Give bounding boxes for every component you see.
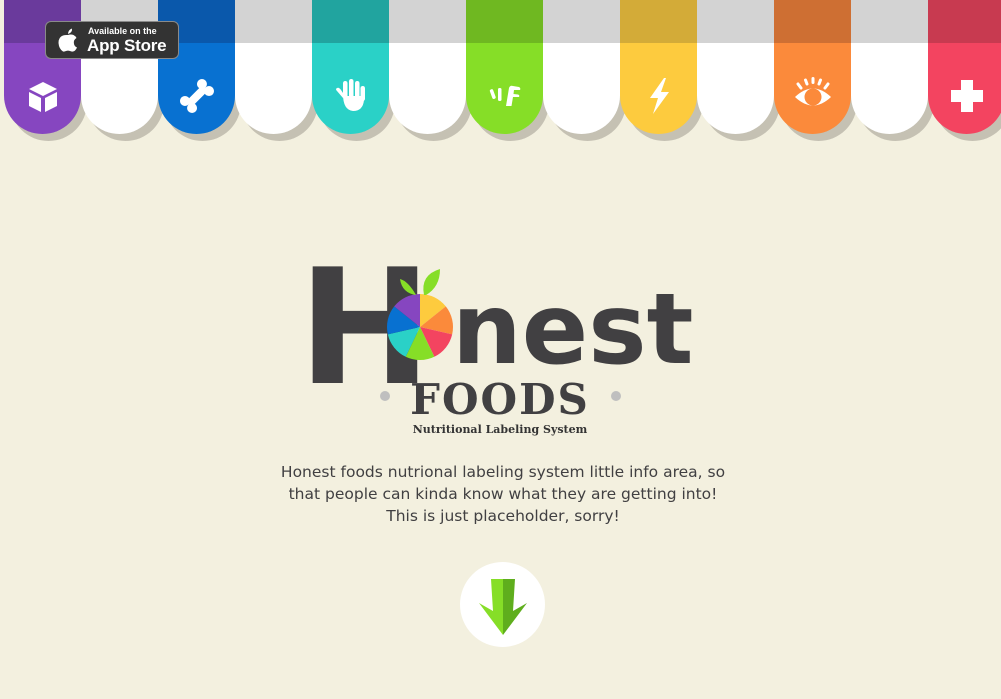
scroll-down-button[interactable]: [460, 562, 545, 647]
logo-dot-right: [611, 391, 621, 401]
awning-white-strip: [697, 0, 774, 134]
description-line: Honest foods nutrional labeling system l…: [280, 463, 726, 481]
awning-white-strip: [389, 0, 466, 134]
eye-icon: [793, 76, 833, 116]
fruit-color-wheel-icon: [387, 294, 453, 360]
logo-wordmark: H nest: [290, 225, 710, 385]
category-tab-health[interactable]: [928, 0, 1001, 134]
intro-description: Honest foods nutrional labeling system l…: [250, 461, 756, 527]
logo-subtitle: Nutritional Labeling System: [412, 423, 588, 436]
bone-icon: [177, 76, 217, 116]
awning-white-strip: [235, 0, 312, 134]
hand-icon: [331, 76, 371, 116]
strip-band: [774, 0, 851, 43]
logo-letters-nest: nest: [452, 273, 693, 385]
category-tab-gluten[interactable]: [466, 0, 543, 134]
category-tab-vision[interactable]: [774, 0, 851, 134]
strip-band: [928, 0, 1001, 43]
strip-band: [312, 0, 389, 43]
description-line: that people can kinda know what they are…: [288, 485, 718, 503]
app-store-label: App Store: [87, 36, 167, 55]
category-tab-energy[interactable]: [620, 0, 697, 134]
logo-foods: FOODS: [410, 375, 590, 424]
strip-band: [620, 0, 697, 43]
lightning-icon: [639, 76, 679, 116]
cross-icon: [947, 76, 987, 116]
apple-icon: [57, 28, 79, 52]
arrow-down-icon: [479, 579, 527, 635]
category-tab-hand[interactable]: [312, 0, 389, 134]
description-line: This is just placeholder, sorry!: [386, 507, 620, 525]
awning-white-strip: [851, 0, 928, 134]
app-store-badge[interactable]: Available on the App Store: [45, 21, 179, 59]
box-icon: [23, 76, 63, 116]
landing-page: Available on the App Store H nest FOODS …: [0, 0, 1001, 699]
honest-foods-logo: H nest FOODS Nutritional Labeling System: [290, 225, 710, 445]
grain-icon: [485, 76, 525, 116]
awning-white-strip: [543, 0, 620, 134]
app-store-small-label: Available on the: [88, 26, 157, 36]
strip-band: [466, 0, 543, 43]
